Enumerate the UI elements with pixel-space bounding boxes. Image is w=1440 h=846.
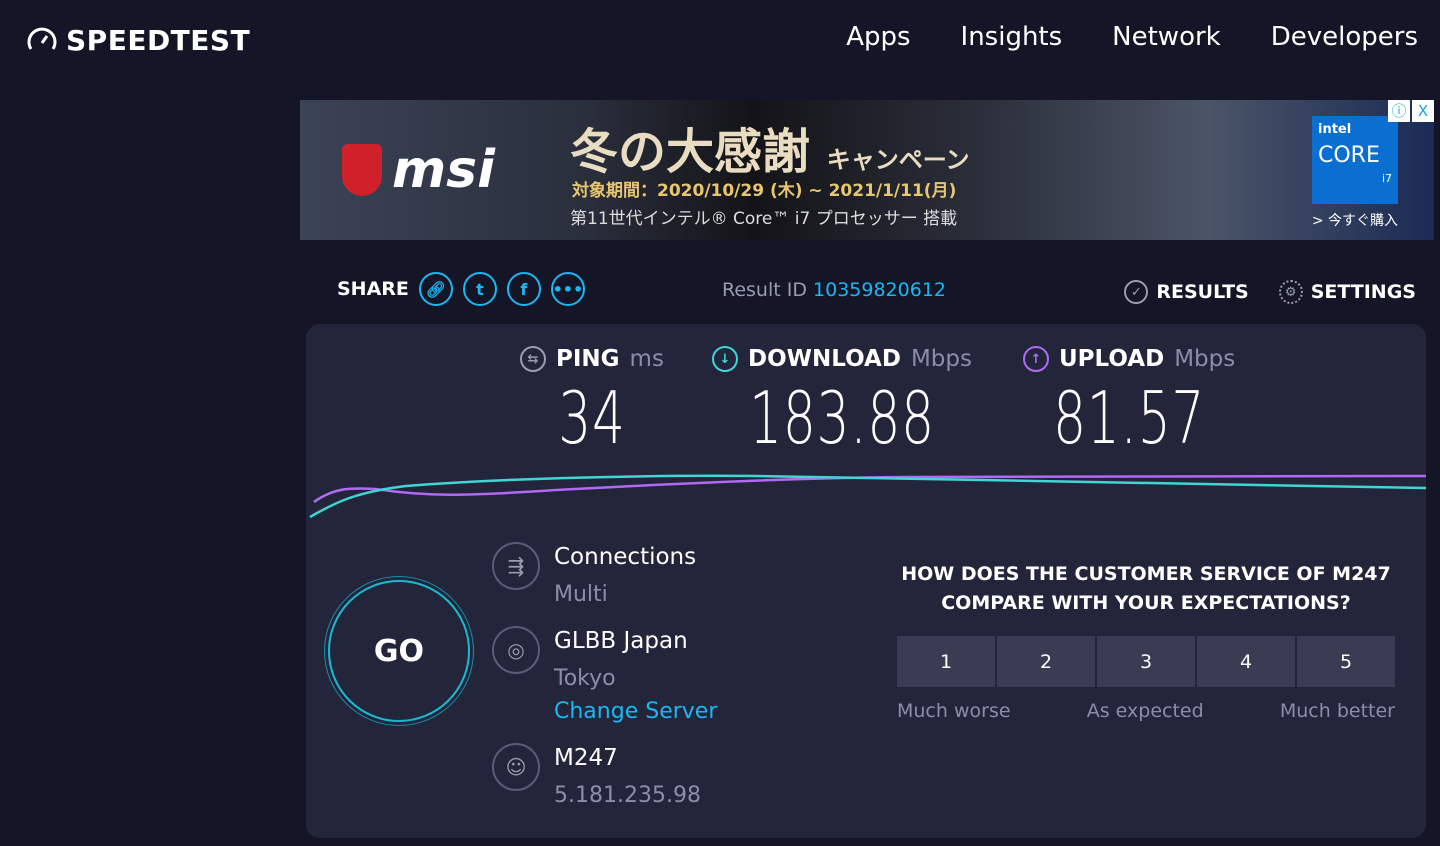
rating-1[interactable]: 1 (897, 636, 995, 687)
results-panel: ⇆ PING ms 34 ↓ DOWNLOAD Mbps 183.88 ↑ UPLOAD M… (306, 324, 1426, 838)
speedtest-logo[interactable]: SPEEDTEST (26, 24, 250, 57)
isp-ip: 5.181.235.98 (554, 783, 701, 808)
nav-insights[interactable]: Insights (961, 22, 1063, 52)
share-label: SHARE (337, 278, 409, 300)
ad-period: 対象期間：2020/10/29 (木) ~ 2021/1/11(月) (572, 181, 957, 201)
gauge-icon (27, 27, 57, 50)
result-id-value[interactable]: 10359820612 (813, 279, 946, 301)
server-location: Tokyo (554, 666, 616, 691)
user-icon: ☺ (492, 743, 540, 791)
download-unit: Mbps (910, 346, 972, 372)
download-label: DOWNLOAD (748, 346, 901, 372)
facebook-icon[interactable]: f (506, 272, 541, 306)
connections-icon: ⇶ (492, 542, 540, 590)
isp-info: ☺ M247 5.181.235.98 (492, 743, 701, 808)
rating-labels: Much worse As expected Much better (897, 700, 1395, 722)
ping-unit: ms (629, 346, 664, 372)
nav-apps[interactable]: Apps (846, 22, 910, 52)
ping-metric: ⇆ PING ms 34 (520, 346, 664, 460)
ad-title-suffix: キャンペーン (826, 145, 970, 174)
ad-title-main: 冬の大感謝 (570, 124, 811, 180)
change-server-link[interactable]: Change Server (554, 699, 717, 724)
ad-banner[interactable]: msi 冬の大感謝 キャンペーン 対象期間：2020/10/29 (木) ~ 2… (300, 100, 1434, 240)
rating-4[interactable]: 4 (1197, 636, 1295, 687)
download-value: 183.88 (749, 376, 935, 460)
intel-model: i7 (1381, 172, 1392, 185)
msi-logo: msi (342, 140, 495, 200)
upload-graph-line (313, 474, 1426, 504)
survey-question-line2: COMPARE WITH YOUR EXPECTATIONS? (941, 592, 1351, 614)
server-name: GLBB Japan (554, 628, 688, 654)
nav-developers[interactable]: Developers (1271, 22, 1418, 52)
download-graph-line (309, 474, 1426, 519)
upload-value: 81.57 (1053, 376, 1206, 460)
connections-label: Connections (554, 544, 697, 570)
ad-title: 冬の大感謝 キャンペーン (570, 112, 970, 182)
settings-button[interactable]: ⚙ SETTINGS (1278, 280, 1416, 304)
link-icon[interactable]: 🔗︎ (418, 272, 453, 306)
top-nav: Apps Insights Network Developers (846, 22, 1418, 52)
ping-value: 34 (558, 376, 626, 460)
rating-mid-label: As expected (1086, 700, 1204, 722)
ad-info-icon[interactable]: ⓘ (1388, 100, 1410, 122)
ad-buy-link[interactable]: > 今すぐ購入 (1312, 210, 1398, 230)
upload-metric: ↑ UPLOAD Mbps 81.57 (1023, 346, 1235, 460)
rating-low-label: Much worse (897, 700, 1011, 722)
rating-5[interactable]: 5 (1297, 636, 1395, 687)
settings-label: SETTINGS (1310, 281, 1416, 303)
upload-label: UPLOAD (1059, 346, 1165, 372)
speed-graph (309, 474, 1426, 519)
rating-high-label: Much better (1279, 700, 1395, 722)
msi-dragon-shield-icon (342, 144, 382, 196)
logo-text: SPEEDTEST (66, 24, 251, 57)
ping-label: PING (556, 346, 620, 372)
globe-icon: ◎ (492, 626, 540, 674)
survey-question-line1: HOW DOES THE CUSTOMER SERVICE OF M247 (901, 563, 1391, 585)
result-id: Result ID 10359820612 (722, 279, 946, 301)
rating-scale: 1 2 3 4 5 (897, 636, 1395, 687)
survey-question: HOW DOES THE CUSTOMER SERVICE OF M247 COM… (896, 560, 1396, 618)
download-metric: ↓ DOWNLOAD Mbps 183.88 (712, 346, 972, 460)
results-button[interactable]: ✓ RESULTS (1124, 280, 1249, 304)
share-bar: SHARE 🔗︎ t f ••• (337, 272, 585, 306)
upload-arrow-icon: ↑ (1023, 346, 1049, 372)
twitter-icon[interactable]: t (462, 272, 497, 306)
server-info: ◎ GLBB Japan Tokyo Change Server (492, 626, 717, 724)
ping-icon: ⇆ (520, 346, 546, 372)
connections-info: ⇶ Connections Multi (492, 542, 697, 607)
ad-subtitle: 第11世代インテル® Core™ i7 プロセッサー 搭載 (570, 209, 958, 229)
result-actions: ✓ RESULTS ⚙ SETTINGS (1124, 280, 1416, 304)
intel-brand: intel (1318, 122, 1352, 137)
result-id-label: Result ID (722, 279, 807, 301)
connections-value: Multi (554, 582, 608, 607)
gear-icon: ⚙ (1278, 280, 1303, 304)
more-icon[interactable]: ••• (550, 272, 585, 306)
isp-name: M247 (554, 745, 618, 771)
ad-close-icon[interactable]: X (1412, 100, 1434, 122)
go-button[interactable]: GO (328, 580, 470, 722)
intel-badge: intel CORE i7 (1312, 116, 1398, 204)
msi-text: msi (392, 140, 495, 200)
results-label: RESULTS (1156, 281, 1249, 303)
download-arrow-icon: ↓ (712, 346, 738, 372)
intel-core: CORE (1318, 143, 1380, 168)
upload-unit: Mbps (1174, 346, 1236, 372)
rating-3[interactable]: 3 (1097, 636, 1195, 687)
nav-network[interactable]: Network (1112, 22, 1221, 52)
ad-controls: ⓘ X (1388, 100, 1434, 122)
rating-2[interactable]: 2 (997, 636, 1095, 687)
check-icon: ✓ (1124, 280, 1149, 304)
